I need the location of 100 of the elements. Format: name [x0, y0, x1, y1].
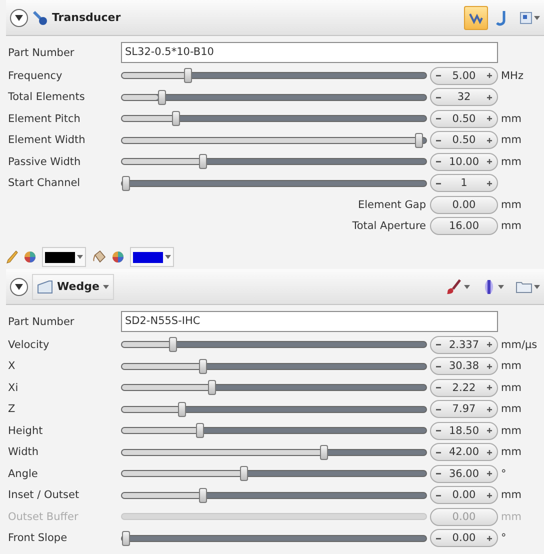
value-spinner[interactable]: 36.00 — [430, 464, 498, 483]
slider-thumb[interactable] — [198, 488, 207, 503]
minus-icon[interactable] — [436, 74, 441, 78]
value-spinner[interactable]: 1 — [430, 174, 498, 192]
plus-icon[interactable] — [487, 342, 492, 348]
plus-icon[interactable] — [487, 159, 492, 164]
plus-icon[interactable] — [487, 385, 492, 390]
unit-label: mm — [500, 198, 522, 211]
field-label: Outset Buffer — [7, 510, 80, 523]
field-label: Angle — [7, 468, 39, 480]
plus-icon[interactable] — [487, 73, 492, 78]
field-label: X — [7, 360, 16, 372]
caret-icon — [165, 255, 171, 259]
minus-icon[interactable] — [436, 96, 441, 99]
minus-icon[interactable] — [436, 160, 441, 164]
triangle-icon — [15, 284, 23, 290]
slider-thumb[interactable] — [172, 111, 180, 126]
plus-icon[interactable] — [487, 428, 492, 434]
slider-thumb[interactable] — [122, 530, 130, 546]
minus-icon[interactable] — [436, 364, 441, 368]
value-spinner[interactable]: 2.22 — [430, 378, 498, 397]
slider-thumb[interactable] — [158, 90, 166, 105]
value-spinner[interactable]: 0.00 — [430, 529, 498, 548]
field-label: Height — [7, 424, 44, 437]
field-label: Width — [7, 446, 40, 458]
panel-icon — [520, 12, 532, 24]
slider-thumb[interactable] — [240, 466, 248, 482]
slider-thumb[interactable] — [184, 68, 192, 84]
toolbar-button[interactable] — [464, 6, 488, 30]
plus-icon[interactable] — [487, 492, 492, 498]
unit-label: mm — [500, 134, 522, 146]
slider-thumb[interactable] — [122, 176, 130, 191]
slider-thumb[interactable] — [169, 337, 178, 352]
color-picker[interactable] — [42, 247, 86, 267]
expand-button[interactable] — [10, 278, 28, 296]
minus-icon[interactable] — [436, 472, 441, 476]
minus-icon[interactable] — [436, 386, 441, 390]
slider-thumb[interactable] — [178, 402, 186, 417]
minus-icon[interactable] — [436, 408, 441, 411]
minus-icon[interactable] — [436, 450, 441, 454]
slider-thumb[interactable] — [415, 132, 424, 148]
plus-icon[interactable] — [487, 406, 492, 412]
caret-icon — [464, 284, 470, 288]
minus-icon[interactable] — [436, 429, 441, 432]
field-label: Part Number — [7, 316, 76, 328]
value-spinner[interactable]: 30.38 — [430, 357, 498, 376]
minus-icon[interactable] — [436, 117, 441, 120]
field-label: Element Width — [7, 134, 86, 146]
plus-icon[interactable] — [487, 180, 492, 186]
minus-icon[interactable] — [436, 343, 441, 346]
field-label: Z — [7, 403, 16, 416]
plus-icon[interactable] — [487, 450, 492, 455]
plus-icon[interactable] — [487, 536, 492, 541]
minus-icon[interactable] — [436, 494, 441, 497]
unit-label: MHz — [500, 70, 524, 82]
slider-track[interactable] — [121, 513, 427, 520]
unit-label: mm — [500, 403, 522, 416]
value-spinner[interactable]: 7.97 — [430, 400, 498, 418]
part-number-field[interactable]: SL32-0.5*10-B10 — [121, 42, 498, 63]
plus-icon[interactable] — [487, 116, 492, 122]
field-label: Part Number — [7, 46, 76, 58]
minus-icon[interactable] — [436, 182, 441, 185]
slider-thumb[interactable] — [196, 423, 204, 438]
section-title: Transducer — [52, 11, 121, 24]
unit-label: mm — [500, 510, 522, 523]
unit-label: ° — [500, 532, 508, 544]
value-spinner[interactable]: 10.00 — [430, 152, 498, 171]
field-label: Inset / Outset — [7, 489, 80, 502]
value-spinner[interactable]: 2.337 — [430, 336, 498, 354]
unit-label: mm — [500, 220, 522, 232]
value-spinner[interactable]: 5.00 — [430, 66, 498, 85]
value-spinner[interactable]: 0.50 — [430, 131, 498, 150]
minus-icon[interactable] — [436, 138, 441, 142]
plus-icon[interactable] — [487, 94, 492, 100]
paint-bucket-icon[interactable] — [92, 249, 106, 265]
color-picker[interactable] — [130, 247, 174, 267]
value-spinner[interactable]: 42.00 — [430, 443, 498, 462]
caret-icon — [534, 284, 540, 288]
unit-label: mm — [500, 360, 522, 372]
slider-thumb[interactable] — [198, 358, 207, 374]
value-spinner[interactable]: 32 — [430, 88, 498, 106]
slider-thumb[interactable] — [320, 444, 328, 460]
expand-button[interactable] — [10, 8, 28, 26]
value-readout: 16.00 — [430, 217, 498, 236]
caret-icon — [534, 16, 540, 20]
pencil-icon[interactable] — [6, 250, 18, 264]
value-spinner[interactable]: 18.50 — [430, 422, 498, 440]
plus-icon[interactable] — [487, 471, 492, 476]
slider-thumb[interactable] — [198, 154, 207, 170]
wedge-dropdown[interactable]: Wedge — [32, 274, 114, 300]
field-label: Velocity — [7, 338, 50, 351]
plus-icon[interactable] — [487, 138, 492, 143]
unit-label: mm — [500, 112, 522, 125]
value-spinner[interactable]: 0.50 — [430, 110, 498, 128]
value-spinner[interactable]: 0.00 — [430, 486, 498, 504]
plus-icon[interactable] — [487, 364, 492, 369]
minus-icon[interactable] — [436, 536, 441, 540]
slider-thumb[interactable] — [208, 380, 216, 396]
part-number-field[interactable]: SD2-N55S-IHC — [121, 311, 498, 332]
value-readout: 0.00 — [430, 196, 498, 214]
